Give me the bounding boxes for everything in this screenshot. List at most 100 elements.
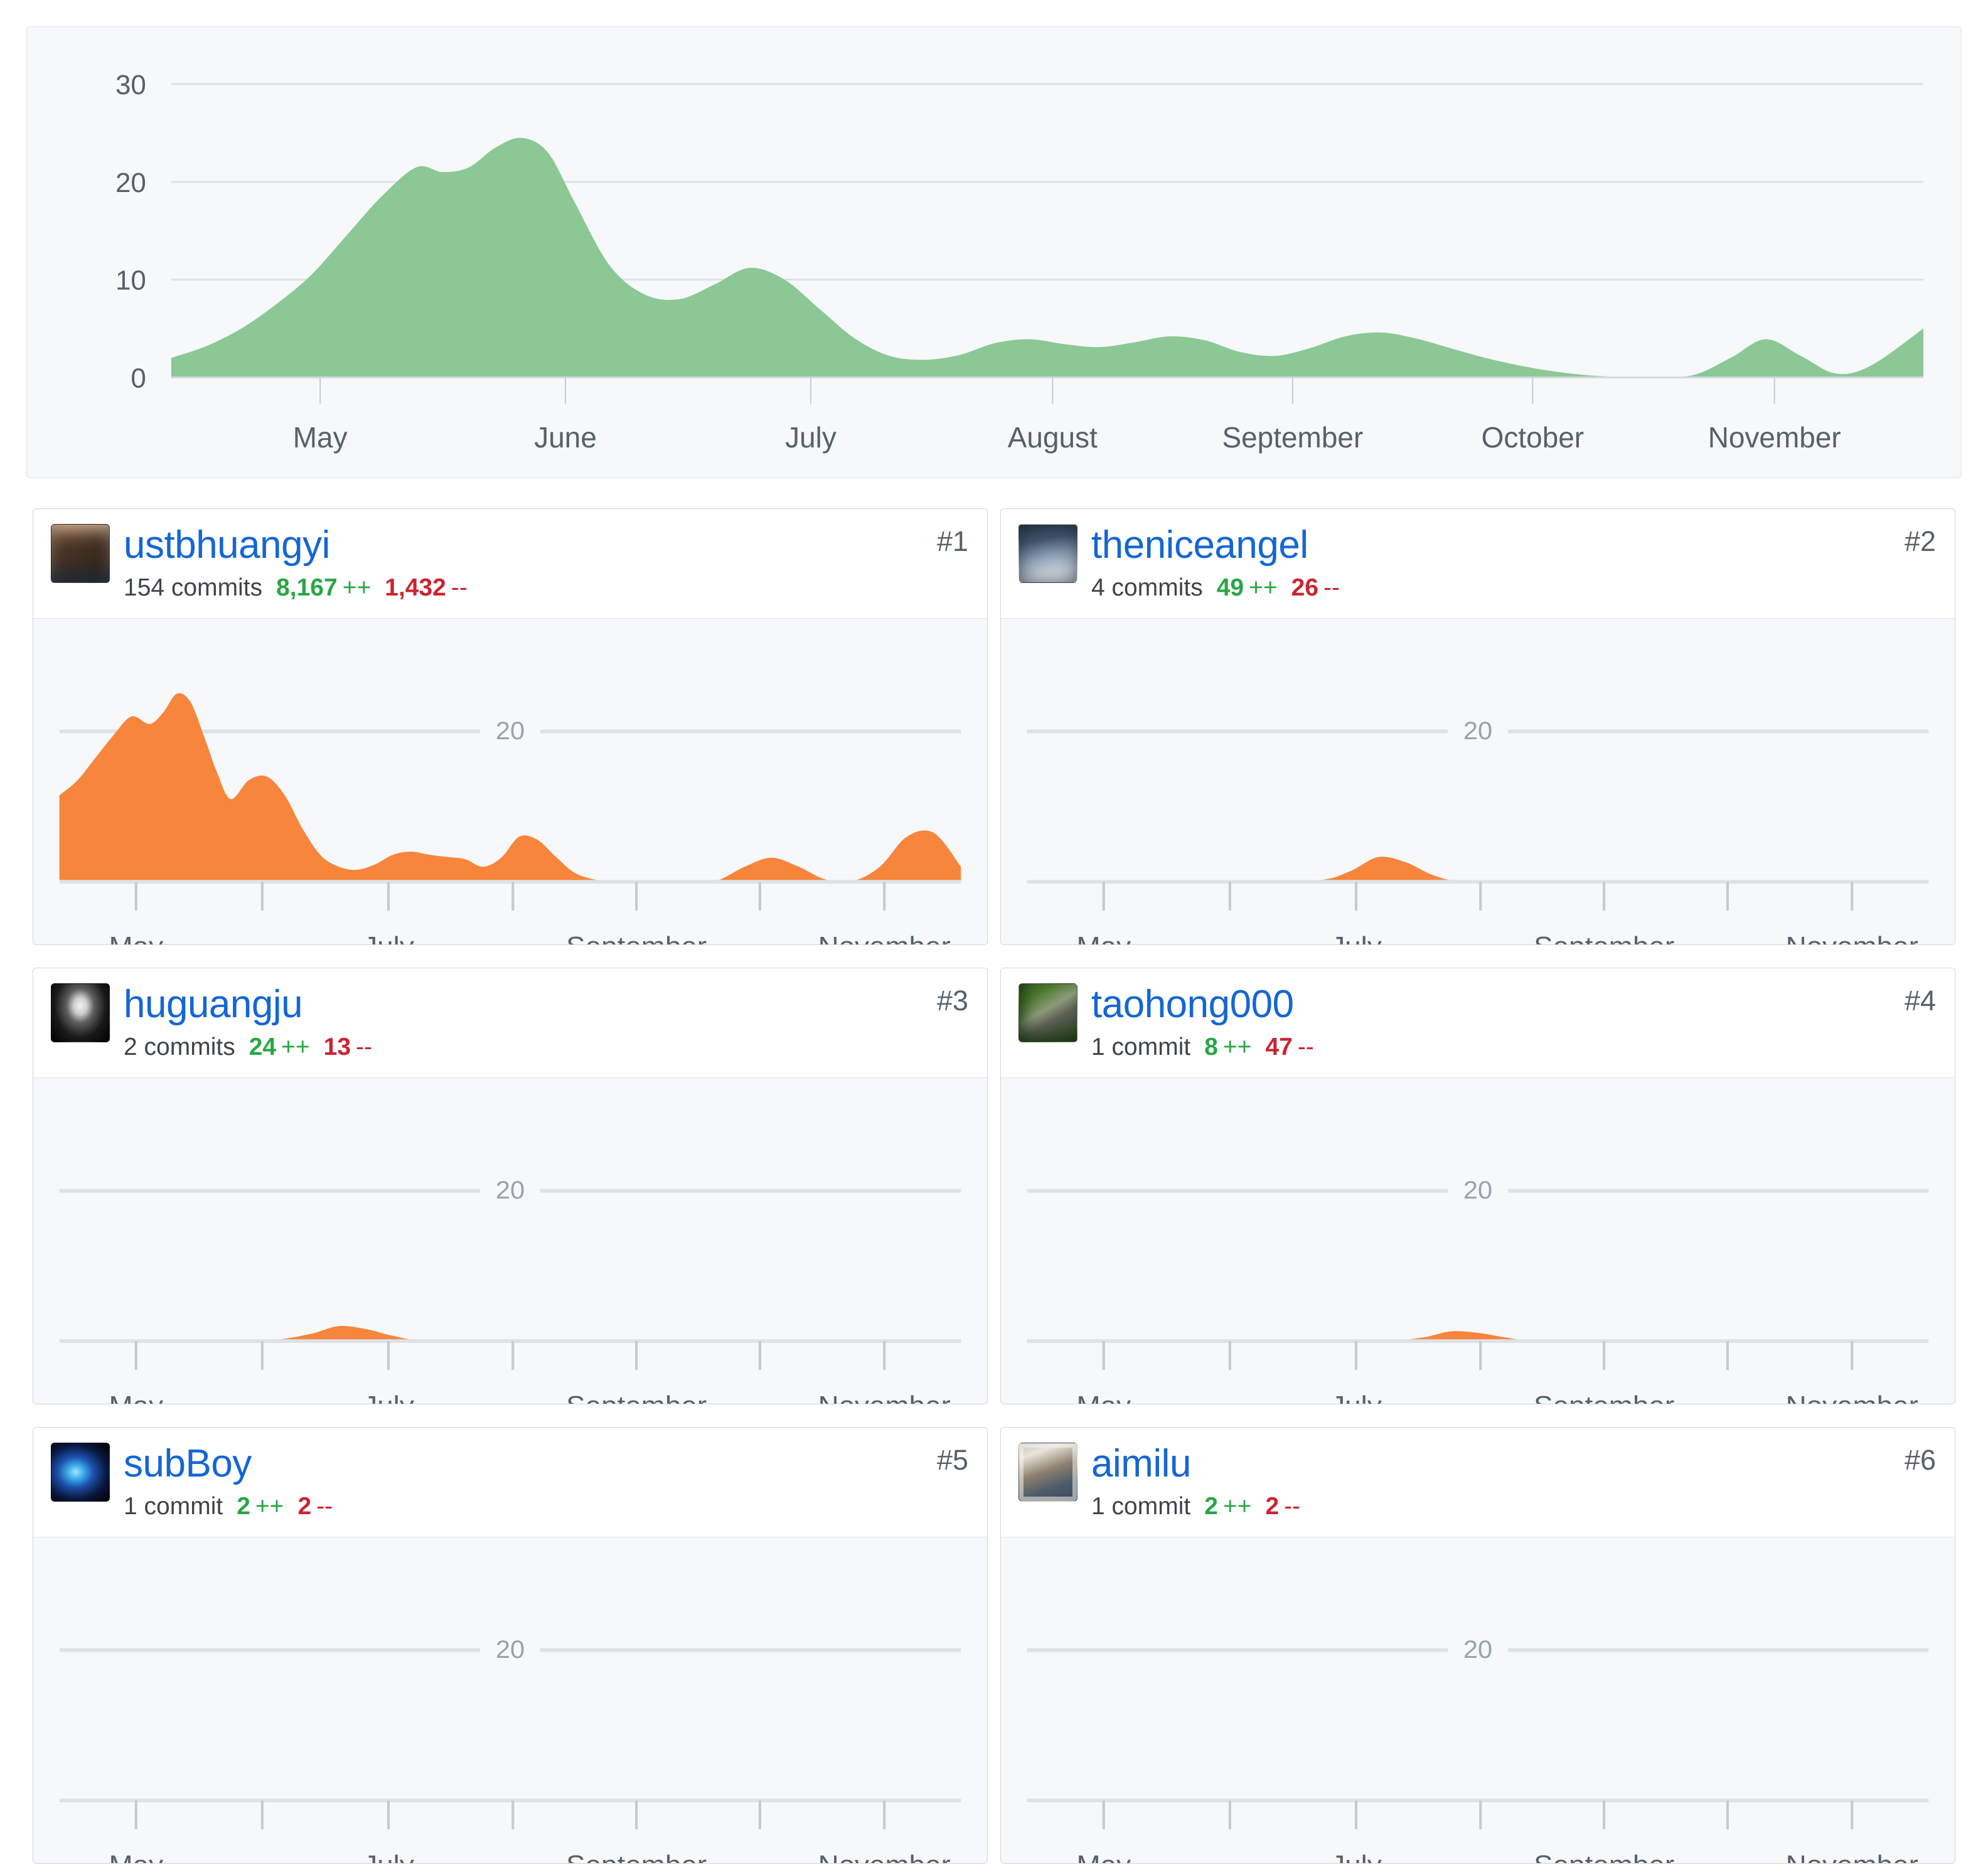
contributor-card-header: ustbhuangyi 154 commits 8,167 ++ 1,432 -- #1 bbox=[33, 509, 987, 619]
contributor-username-link[interactable]: subBoy bbox=[124, 1444, 333, 1483]
x-axis-tick-label: September bbox=[1534, 931, 1674, 944]
additions-symbol: ++ bbox=[342, 574, 371, 602]
additions-count: 8 bbox=[1204, 1034, 1218, 1061]
x-axis-tick-label: September bbox=[1534, 1390, 1674, 1404]
commit-count: 1 commit bbox=[1091, 1034, 1191, 1061]
overall-commit-activity-panel: 0 10 20 30 May June July August September Octobe… bbox=[26, 26, 1962, 478]
avatar[interactable] bbox=[1018, 524, 1077, 583]
x-axis-tick-label: November bbox=[818, 1849, 951, 1863]
gridline-value-label: 20 bbox=[1463, 1176, 1492, 1204]
deletions-count: 2 bbox=[1265, 1493, 1280, 1520]
contributor-card[interactable]: subBoy 1 commit2++2-- #5 20MayJulySeptem… bbox=[33, 1427, 988, 1864]
contributor-card[interactable]: ustbhuangyi 154 commits 8,167 ++ 1,432 -- #1… bbox=[33, 508, 988, 946]
x-axis-tick-label: May bbox=[109, 1390, 164, 1404]
additions-symbol: ++ bbox=[1222, 1493, 1252, 1520]
additions-count: 49 bbox=[1216, 574, 1244, 602]
contributor-sparkline[interactable]: 20 May July September November bbox=[33, 1077, 987, 1404]
contributor-card-header: subBoy 1 commit 2 ++ 2 -- #5 bbox=[33, 1428, 987, 1537]
contributor-sparkline-svg: 20 May July September November bbox=[59, 693, 961, 944]
contributor-card-header: aimilu 1 commit 2 ++ 2 -- #6 bbox=[1001, 1428, 1955, 1537]
x-axis-tick-label: July bbox=[363, 1849, 414, 1863]
contributors-page: 0 10 20 30 May June July August September Octobe… bbox=[0, 26, 1988, 1875]
contributor-username-link[interactable]: aimilu bbox=[1091, 1444, 1300, 1483]
contributor-card-slot: theniceangel 4 commits 49++ 26-- #2 20 May J… bbox=[994, 497, 1962, 956]
additions-count: 24 bbox=[248, 1034, 277, 1061]
overall-chart[interactable]: 0 10 20 30 May June July August September Octobe… bbox=[27, 27, 1961, 478]
x-axis-tick-label: November bbox=[818, 1390, 951, 1404]
contributor-sparkline[interactable]: 20 May July September November bbox=[1001, 1077, 1955, 1404]
contributor-stats: 2 commits 24 ++ 13 -- bbox=[124, 1034, 372, 1061]
deletions-symbol: -- bbox=[356, 1034, 373, 1061]
x-axis-tick-label: November bbox=[1708, 421, 1841, 454]
contributor-sparkline[interactable]: 20 May July September November bbox=[33, 1537, 987, 1864]
x-axis-tick-label: May bbox=[1077, 1390, 1131, 1404]
x-axis-tick-label: May bbox=[109, 931, 164, 944]
rank-badge: #4 bbox=[1904, 985, 1936, 1017]
overall-chart-svg: 0 10 20 30 May June July August September Octobe… bbox=[115, 70, 1924, 454]
contributor-card-slot: huguangju 2 commits 24++ 13-- #3 20 May July… bbox=[26, 956, 994, 1416]
deletions-symbol: -- bbox=[316, 1493, 333, 1520]
contributor-identity: aimilu 1 commit 2 ++ 2 -- bbox=[1091, 1443, 1300, 1520]
commit-count: 2 commits bbox=[124, 1034, 235, 1061]
additions-symbol: ++ bbox=[255, 1493, 284, 1520]
contributor-card[interactable]: theniceangel 4 commits 49++ 26-- #2 20 May J… bbox=[1000, 508, 1955, 946]
contributor-stats: 1 commit 2 ++ 2 -- bbox=[1091, 1493, 1300, 1520]
gridline-value-label: 20 bbox=[496, 1176, 525, 1204]
contributor-identity: ustbhuangyi 154 commits 8,167 ++ 1,432 -- bbox=[124, 524, 468, 602]
gridline-value-label: 20 bbox=[1463, 717, 1492, 745]
deletions-symbol: -- bbox=[451, 574, 468, 602]
rank-badge: #3 bbox=[936, 985, 968, 1017]
contributor-username-link[interactable]: taohong000 bbox=[1091, 985, 1314, 1024]
contributor-sparkline-svg: 20 May July September November bbox=[1027, 1633, 1929, 1863]
contributor-sparkline-svg: 20 May July September November bbox=[59, 1633, 961, 1863]
deletions-count: 1,432 bbox=[385, 574, 446, 602]
x-axis-tick-label: September bbox=[566, 1849, 707, 1863]
gridline-value-label: 20 bbox=[496, 1635, 525, 1664]
contributor-username-link[interactable]: ustbhuangyi bbox=[124, 525, 468, 565]
x-axis-tick-label: June bbox=[534, 421, 597, 454]
rank-badge: #5 bbox=[936, 1444, 968, 1477]
contributor-card-header: taohong000 1 commit 8 ++ 47 -- #4 bbox=[1001, 968, 1955, 1078]
additions-count: 2 bbox=[1204, 1493, 1218, 1520]
deletions-count: 26 bbox=[1291, 574, 1319, 602]
contributor-username-link[interactable]: theniceangel bbox=[1091, 525, 1340, 565]
y-axis-tick-label: 30 bbox=[115, 70, 146, 100]
x-axis-tick-label: November bbox=[818, 931, 951, 944]
avatar[interactable] bbox=[1018, 1443, 1077, 1502]
contributor-card-slot: taohong000 1 commit 8++ 47-- #4 20 May July S… bbox=[994, 956, 1962, 1416]
contributor-sparkline[interactable]: 20 May July September November bbox=[33, 618, 987, 945]
avatar[interactable] bbox=[1018, 983, 1077, 1043]
contributor-stats: 1 commit 2 ++ 2 -- bbox=[124, 1493, 333, 1520]
contributor-card[interactable]: aimilu 1 commit2++2-- #6 20MayJulySeptem… bbox=[1000, 1427, 1955, 1864]
commit-area-series bbox=[59, 1326, 961, 1342]
x-axis-tick-label: November bbox=[1786, 1849, 1918, 1863]
contributor-identity: theniceangel 4 commits 49 ++ 26 -- bbox=[1091, 524, 1340, 602]
avatar[interactable] bbox=[51, 524, 110, 583]
contributor-sparkline-svg: 20 May July September November bbox=[1027, 1173, 1929, 1404]
contributor-sparkline[interactable]: 20 May July September November bbox=[1001, 618, 1955, 945]
additions-count: 8,167 bbox=[276, 574, 338, 602]
x-axis-tick-label: July bbox=[1330, 1390, 1382, 1404]
contributor-stats: 4 commits 49 ++ 26 -- bbox=[1091, 574, 1340, 602]
contributor-username-link[interactable]: huguangju bbox=[124, 985, 372, 1024]
contributor-card-slot: aimilu 1 commit2++2-- #6 20MayJulySeptem… bbox=[994, 1416, 1962, 1875]
y-axis-tick-label: 0 bbox=[131, 363, 146, 393]
avatar[interactable] bbox=[51, 983, 110, 1043]
y-axis-tick-label: 20 bbox=[115, 168, 146, 198]
x-axis-tick-label: May bbox=[1077, 931, 1131, 944]
contributor-identity: subBoy 1 commit 2 ++ 2 -- bbox=[124, 1443, 333, 1520]
x-axis-tick-label: May bbox=[1077, 1849, 1131, 1863]
contributor-sparkline[interactable]: 20 May July September November bbox=[1001, 1537, 1955, 1864]
deletions-symbol: -- bbox=[1284, 1493, 1301, 1520]
x-axis-tick-label: September bbox=[566, 1390, 707, 1404]
additions-symbol: ++ bbox=[281, 1034, 310, 1061]
x-axis-tick-label: July bbox=[1330, 1849, 1382, 1863]
x-axis-tick-label: July bbox=[363, 931, 414, 944]
avatar[interactable] bbox=[51, 1443, 110, 1502]
contributor-card-slot: subBoy 1 commit2++2-- #5 20MayJulySeptem… bbox=[26, 1416, 994, 1875]
deletions-count: 2 bbox=[297, 1493, 312, 1520]
deletions-symbol: -- bbox=[1297, 1034, 1314, 1061]
x-axis-tick-label: May bbox=[293, 421, 348, 454]
contributor-card[interactable]: huguangju 2 commits 24++ 13-- #3 20 May July… bbox=[33, 968, 988, 1405]
contributor-card[interactable]: taohong000 1 commit 8++ 47-- #4 20 May July S… bbox=[1000, 968, 1955, 1405]
